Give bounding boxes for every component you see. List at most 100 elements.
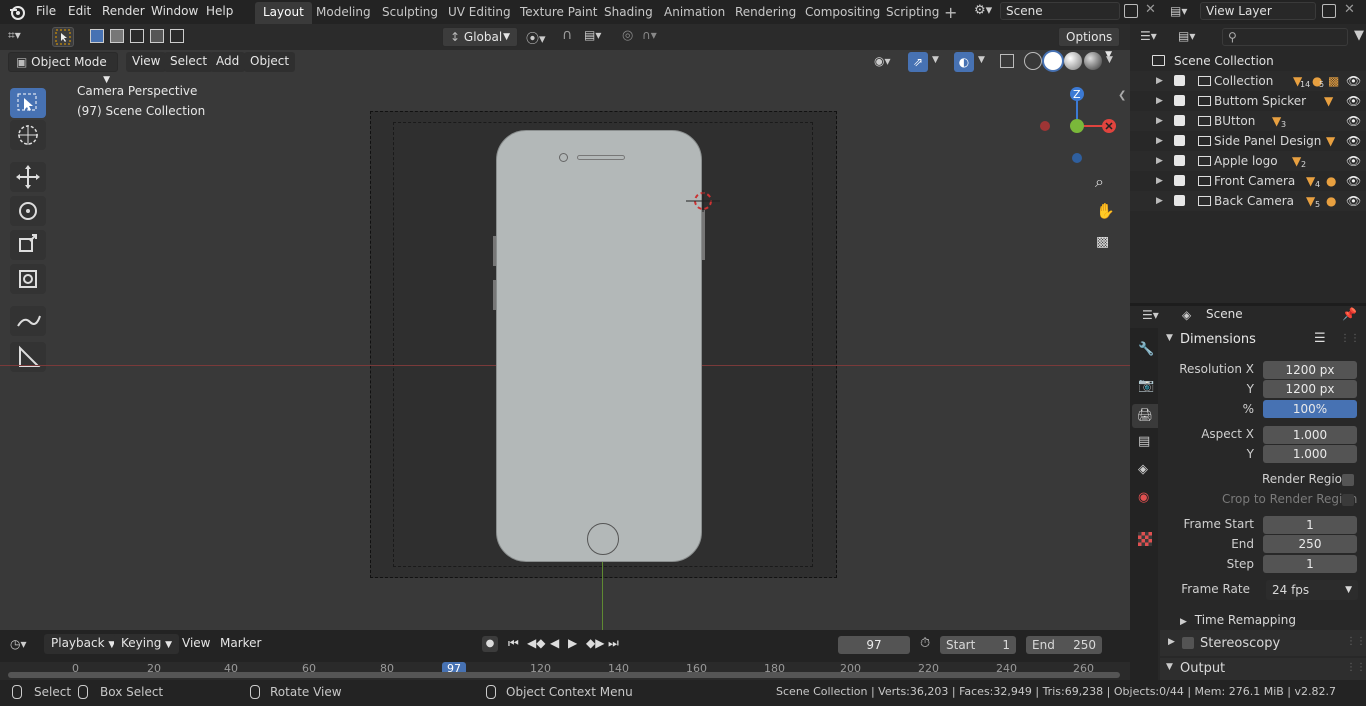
frame-start-field[interactable]: 1 xyxy=(1263,516,1357,534)
zoom-icon[interactable]: ⌕ xyxy=(1095,172,1104,192)
resolution-x-field[interactable]: 1200 px xyxy=(1263,361,1357,379)
camera-view-icon[interactable]: ▩ xyxy=(1096,234,1109,250)
select-mode-intersect-icon[interactable] xyxy=(170,29,184,43)
sidebar-toggle-icon[interactable]: ❮ xyxy=(1118,90,1126,101)
overlays-toggle-icon[interactable]: ◐ xyxy=(954,52,974,72)
outliner-item[interactable]: ▶ BUtton ▼ 3 👁 xyxy=(1130,111,1366,131)
stereoscopy-panel-header[interactable]: ▶ Stereoscopy ⋮⋮ xyxy=(1160,630,1366,656)
snap-target-icon[interactable]: ▤▾ xyxy=(584,28,601,42)
viewport-menu-view[interactable]: View xyxy=(126,52,167,72)
aspect-x-field[interactable]: 1.000 xyxy=(1263,426,1357,444)
overlays-dropdown-icon[interactable]: ▼ xyxy=(978,55,985,65)
drag-handle-icon[interactable]: ⋮⋮ xyxy=(1346,662,1366,673)
stopwatch-icon[interactable]: ⏱ xyxy=(920,636,930,651)
move-tool-icon[interactable] xyxy=(10,162,46,192)
timeline-menu-view[interactable]: View xyxy=(176,634,216,654)
end-frame-field[interactable]: End 250 xyxy=(1026,636,1102,654)
include-checkbox[interactable] xyxy=(1174,175,1185,186)
display-mode-icon[interactable]: ▤▾ xyxy=(1178,29,1195,43)
viewport-menu-select[interactable]: Select xyxy=(164,52,214,72)
scene-icon[interactable]: ⚙▾ xyxy=(974,3,998,21)
eye-icon[interactable]: 👁 xyxy=(1346,131,1361,151)
record-icon[interactable]: ● xyxy=(482,636,498,652)
outliner-item[interactable]: ▶ Back Camera ▼ 5 ● 👁 xyxy=(1130,191,1366,211)
presets-icon[interactable]: ☰ xyxy=(1314,331,1326,346)
jump-start-icon[interactable]: ⏮ xyxy=(508,636,519,651)
eye-icon[interactable]: 👁 xyxy=(1346,191,1361,211)
menu-window[interactable]: Window xyxy=(145,0,204,24)
dimensions-panel-header[interactable]: ▼ Dimensions ☰ ⋮⋮ xyxy=(1162,330,1362,350)
tab-texture-paint[interactable]: Texture Paint xyxy=(512,2,605,24)
expand-arrow-icon[interactable]: ▶ xyxy=(1156,171,1163,191)
frame-rate-dropdown[interactable]: 24 fps ▼ xyxy=(1266,580,1358,600)
aspect-y-field[interactable]: 1.000 xyxy=(1263,445,1357,463)
outliner-root[interactable]: Scene Collection xyxy=(1130,51,1366,71)
add-workspace-icon[interactable]: + xyxy=(944,3,957,22)
include-checkbox[interactable] xyxy=(1174,155,1185,166)
tab-scripting[interactable]: Scripting xyxy=(878,2,947,24)
tab-animation[interactable]: Animation xyxy=(656,2,733,24)
proportional-edit-icon[interactable]: ◎ xyxy=(622,28,633,43)
include-checkbox[interactable] xyxy=(1174,195,1185,206)
resolution-y-field[interactable]: 1200 px xyxy=(1263,380,1357,398)
timeline-scrollbar[interactable] xyxy=(8,672,1120,678)
tool-tab-icon[interactable]: 🔧 xyxy=(1138,342,1154,357)
outliner-item[interactable]: ▶ Side Panel Design ▼ 👁 xyxy=(1130,131,1366,151)
select-mode-subtract-icon[interactable] xyxy=(130,29,144,43)
resolution-percent-slider[interactable]: 100% xyxy=(1263,400,1357,418)
view-layer-field[interactable]: View Layer xyxy=(1200,2,1316,20)
expand-arrow-icon[interactable]: ▶ xyxy=(1156,71,1163,91)
texture-tab-icon[interactable] xyxy=(1138,532,1152,546)
menu-edit[interactable]: Edit xyxy=(62,0,97,24)
timeline-menu-marker[interactable]: Marker xyxy=(214,634,267,654)
snap-magnet-icon[interactable]: ∩ xyxy=(562,27,572,43)
select-mode-new-icon[interactable] xyxy=(90,29,104,43)
eye-icon[interactable]: 👁 xyxy=(1346,151,1361,171)
measure-tool-icon[interactable] xyxy=(10,342,46,372)
mode-dropdown[interactable]: ▣ Object Mode ▼ xyxy=(8,52,118,85)
expand-arrow-icon[interactable]: ▶ xyxy=(1156,131,1163,151)
include-checkbox[interactable] xyxy=(1174,135,1185,146)
tab-sculpting[interactable]: Sculpting xyxy=(374,2,446,24)
jump-end-icon[interactable]: ⏭ xyxy=(608,636,619,651)
copy-scene-icon[interactable] xyxy=(1124,4,1138,18)
eye-icon[interactable]: 👁 xyxy=(1346,91,1361,111)
gizmo-toggle-icon[interactable]: ⇗ xyxy=(908,52,928,72)
world-tab-icon[interactable]: ◉ xyxy=(1138,490,1149,505)
viewport-menu-add[interactable]: Add xyxy=(210,52,246,72)
options-dropdown[interactable]: Options ▼ xyxy=(1058,27,1120,60)
timeline-editor-icon[interactable]: ◷▾ xyxy=(10,637,27,651)
play-icon[interactable]: ▶ xyxy=(568,636,577,650)
menu-help[interactable]: Help xyxy=(200,0,239,24)
transform-orientation-dropdown[interactable]: ↕ Global ▼ xyxy=(442,27,518,47)
properties-editor-type-icon[interactable]: ☰▾ xyxy=(1142,308,1159,322)
copy-view-layer-icon[interactable] xyxy=(1322,4,1336,18)
outliner-editor-icon[interactable]: ☰▾ xyxy=(1140,29,1157,43)
include-checkbox[interactable] xyxy=(1174,75,1185,86)
view-layer-tab-icon[interactable]: ▤ xyxy=(1138,434,1150,449)
tab-uv-editing[interactable]: UV Editing xyxy=(440,2,519,24)
frame-end-field[interactable]: 250 xyxy=(1263,535,1357,553)
select-mode-invert-icon[interactable] xyxy=(150,29,164,43)
close-scene-icon[interactable]: ✕ xyxy=(1145,2,1156,17)
eye-icon[interactable]: 👁 xyxy=(1346,71,1361,91)
select-tool-icon[interactable] xyxy=(52,27,74,47)
blender-logo-icon[interactable] xyxy=(8,3,26,21)
close-view-layer-icon[interactable]: ✕ xyxy=(1344,2,1355,17)
shading-wireframe-icon[interactable] xyxy=(1024,52,1042,70)
frame-step-field[interactable]: 1 xyxy=(1263,555,1357,573)
viewport-menu-object[interactable]: Object xyxy=(244,52,296,72)
drag-handle-icon[interactable]: ⋮⋮ xyxy=(1346,636,1366,647)
cursor-tool-icon[interactable] xyxy=(10,120,46,150)
outliner-item[interactable]: ▶ Front Camera ▼ 4 ● 👁 xyxy=(1130,171,1366,191)
timeline-menu-playback[interactable]: Playback ▼ xyxy=(44,634,123,654)
render-tab-icon[interactable]: 📷 xyxy=(1138,378,1154,393)
menu-render[interactable]: Render xyxy=(96,0,151,24)
pin-icon[interactable]: 📌 xyxy=(1342,307,1357,321)
output-tab-icon[interactable]: 🖨 xyxy=(1132,404,1158,428)
rotate-tool-icon[interactable] xyxy=(10,196,46,226)
output-panel-header[interactable]: ▼ Output ⋮⋮ xyxy=(1160,658,1366,680)
tab-rendering[interactable]: Rendering xyxy=(727,2,804,24)
outliner-search-input[interactable]: ⚲ xyxy=(1222,28,1348,46)
3d-viewport[interactable]: ⌗▾ ↕ Global ▼ ⦿▾ ∩ ▤▾ ◎ ∩▾ Options ▼ ▣ O… xyxy=(0,24,1130,630)
